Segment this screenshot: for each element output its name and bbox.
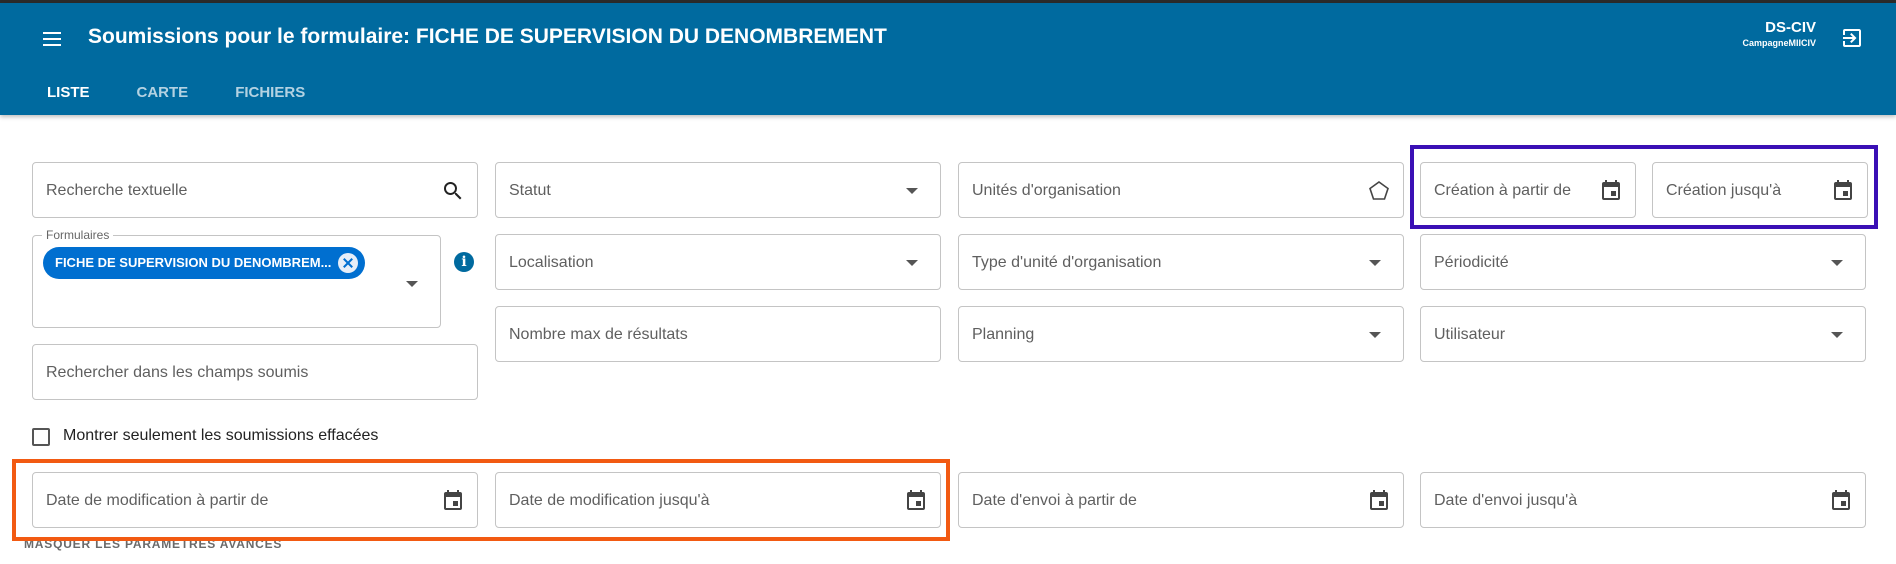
calendar-icon[interactable] xyxy=(1829,489,1853,513)
periodicity-label: Périodicité xyxy=(1434,254,1509,271)
chevron-down-icon xyxy=(906,260,918,266)
form-chip-label: FICHE DE SUPERVISION DU DENOMBREM... xyxy=(55,255,332,270)
location-select[interactable]: Localisation xyxy=(495,234,941,290)
org-units-input[interactable]: Unités d'organisation xyxy=(958,162,1404,218)
calendar-icon[interactable] xyxy=(1367,489,1391,513)
app-header: Soumissions pour le formulaire: FICHE DE… xyxy=(0,3,1896,115)
max-results-label: Nombre max de résultats xyxy=(509,326,688,343)
form-chip[interactable]: FICHE DE SUPERVISION DU DENOMBREM... xyxy=(43,247,365,279)
search-fields-label: Rechercher dans les champs soumis xyxy=(46,364,309,381)
forms-legend: Formulaires xyxy=(42,228,114,242)
pentagon-icon[interactable] xyxy=(1367,179,1391,203)
text-search-input[interactable]: Recherche textuelle xyxy=(32,162,478,218)
menu-icon[interactable] xyxy=(40,27,64,51)
org-unit-type-label: Type d'unité d'organisation xyxy=(972,254,1162,271)
sent-from-label: Date d'envoi à partir de xyxy=(972,492,1137,509)
periodicity-select[interactable]: Périodicité xyxy=(1420,234,1866,290)
creation-dates-highlight xyxy=(1410,145,1878,229)
deleted-only-label: Montrer seulement les soumissions effacé… xyxy=(63,427,379,444)
info-icon[interactable]: i xyxy=(454,252,474,272)
logout-icon[interactable] xyxy=(1840,26,1864,50)
deleted-only-checkbox[interactable] xyxy=(32,428,50,446)
user-select[interactable]: Utilisateur xyxy=(1420,306,1866,362)
chevron-down-icon xyxy=(1831,260,1843,266)
tab-bar: LISTE CARTE FICHIERS xyxy=(36,76,341,109)
tab-carte[interactable]: CARTE xyxy=(126,76,200,109)
planning-label: Planning xyxy=(972,326,1035,343)
status-select[interactable]: Statut xyxy=(495,162,941,218)
chevron-down-icon[interactable] xyxy=(406,281,418,287)
planning-select[interactable]: Planning xyxy=(958,306,1404,362)
close-icon[interactable] xyxy=(338,253,358,273)
chevron-down-icon xyxy=(1831,332,1843,338)
search-fields-input[interactable]: Rechercher dans les champs soumis xyxy=(32,344,478,400)
chevron-down-icon xyxy=(1369,332,1381,338)
chevron-down-icon xyxy=(906,188,918,194)
campaign-name: CampagneMIICIV xyxy=(1742,38,1816,48)
status-label: Statut xyxy=(509,182,551,199)
sent-from-input[interactable]: Date d'envoi à partir de xyxy=(958,472,1404,528)
text-search-placeholder: Recherche textuelle xyxy=(46,182,188,199)
page-title: Soumissions pour le formulaire: FICHE DE… xyxy=(88,25,887,48)
forms-select[interactable]: Formulaires FICHE DE SUPERVISION DU DENO… xyxy=(32,228,441,328)
user-label: Utilisateur xyxy=(1434,326,1506,343)
modification-dates-highlight xyxy=(12,459,950,541)
org-unit-type-select[interactable]: Type d'unité d'organisation xyxy=(958,234,1404,290)
search-icon[interactable] xyxy=(441,179,465,203)
tab-liste[interactable]: LISTE xyxy=(36,76,101,109)
tab-fichiers[interactable]: FICHIERS xyxy=(224,76,316,109)
user-name: DS-CIV xyxy=(1765,19,1816,36)
sent-to-input[interactable]: Date d'envoi jusqu'à xyxy=(1420,472,1866,528)
chevron-down-icon xyxy=(1369,260,1381,266)
max-results-input[interactable]: Nombre max de résultats xyxy=(495,306,941,362)
sent-to-label: Date d'envoi jusqu'à xyxy=(1434,492,1578,509)
user-info: DS-CIV CampagneMIICIV xyxy=(1742,19,1816,48)
org-units-label: Unités d'organisation xyxy=(972,182,1121,199)
location-label: Localisation xyxy=(509,254,594,271)
